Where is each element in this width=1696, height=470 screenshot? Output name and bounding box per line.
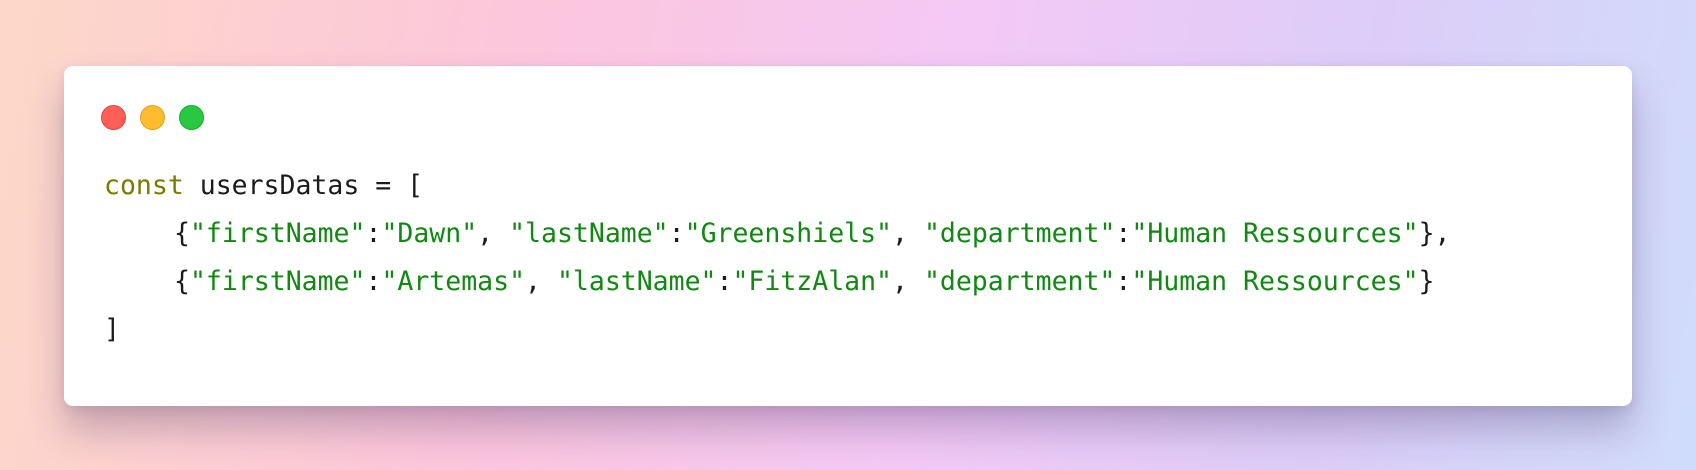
code-window: const usersDatas = [{"firstName":"Dawn",… <box>64 66 1632 406</box>
code-string: "Artemas" <box>381 266 526 297</box>
code-punct: : <box>716 266 733 297</box>
code-punct: ] <box>104 314 120 345</box>
code-punct: }, <box>1418 218 1451 249</box>
code-line-2: {"firstName":"Dawn", "lastName":"Greensh… <box>104 210 1450 258</box>
code-string: "Human Ressources" <box>1131 218 1419 249</box>
code-text: usersDatas = [ <box>183 170 424 201</box>
code-punct: : <box>365 218 382 249</box>
code-punct: , <box>477 218 510 249</box>
code-string: "Dawn" <box>381 218 478 249</box>
code-line-4: ] <box>104 306 1450 354</box>
code-punct: , <box>892 266 924 297</box>
code-block: const usersDatas = [{"firstName":"Dawn",… <box>104 162 1450 354</box>
code-string: "department" <box>923 218 1116 249</box>
code-string: "firstName" <box>189 218 366 249</box>
code-punct: } <box>1418 266 1435 297</box>
code-punct: : <box>1115 266 1132 297</box>
code-string: "department" <box>923 266 1116 297</box>
code-string: "lastName" <box>509 218 669 249</box>
code-line-3: {"firstName":"Artemas", "lastName":"Fitz… <box>104 258 1450 306</box>
minimize-dot-icon[interactable] <box>140 105 165 130</box>
code-punct: { <box>174 218 190 249</box>
code-string: "lastName" <box>556 266 717 297</box>
code-punct: , <box>892 218 924 249</box>
maximize-dot-icon[interactable] <box>179 105 204 130</box>
code-line-1: const usersDatas = [ <box>104 162 1450 210</box>
code-keyword: const <box>104 170 184 201</box>
code-punct: : <box>1115 218 1132 249</box>
code-string: "Human Ressources" <box>1131 266 1419 297</box>
code-punct: : <box>668 218 685 249</box>
code-string: "firstName" <box>189 266 366 297</box>
code-punct: { <box>174 266 190 297</box>
code-punct: , <box>525 266 557 297</box>
code-string: "Greenshiels" <box>684 218 893 249</box>
code-string: "FitzAlan" <box>732 266 893 297</box>
code-punct: : <box>365 266 382 297</box>
close-dot-icon[interactable] <box>101 105 126 130</box>
window-controls <box>101 105 204 130</box>
